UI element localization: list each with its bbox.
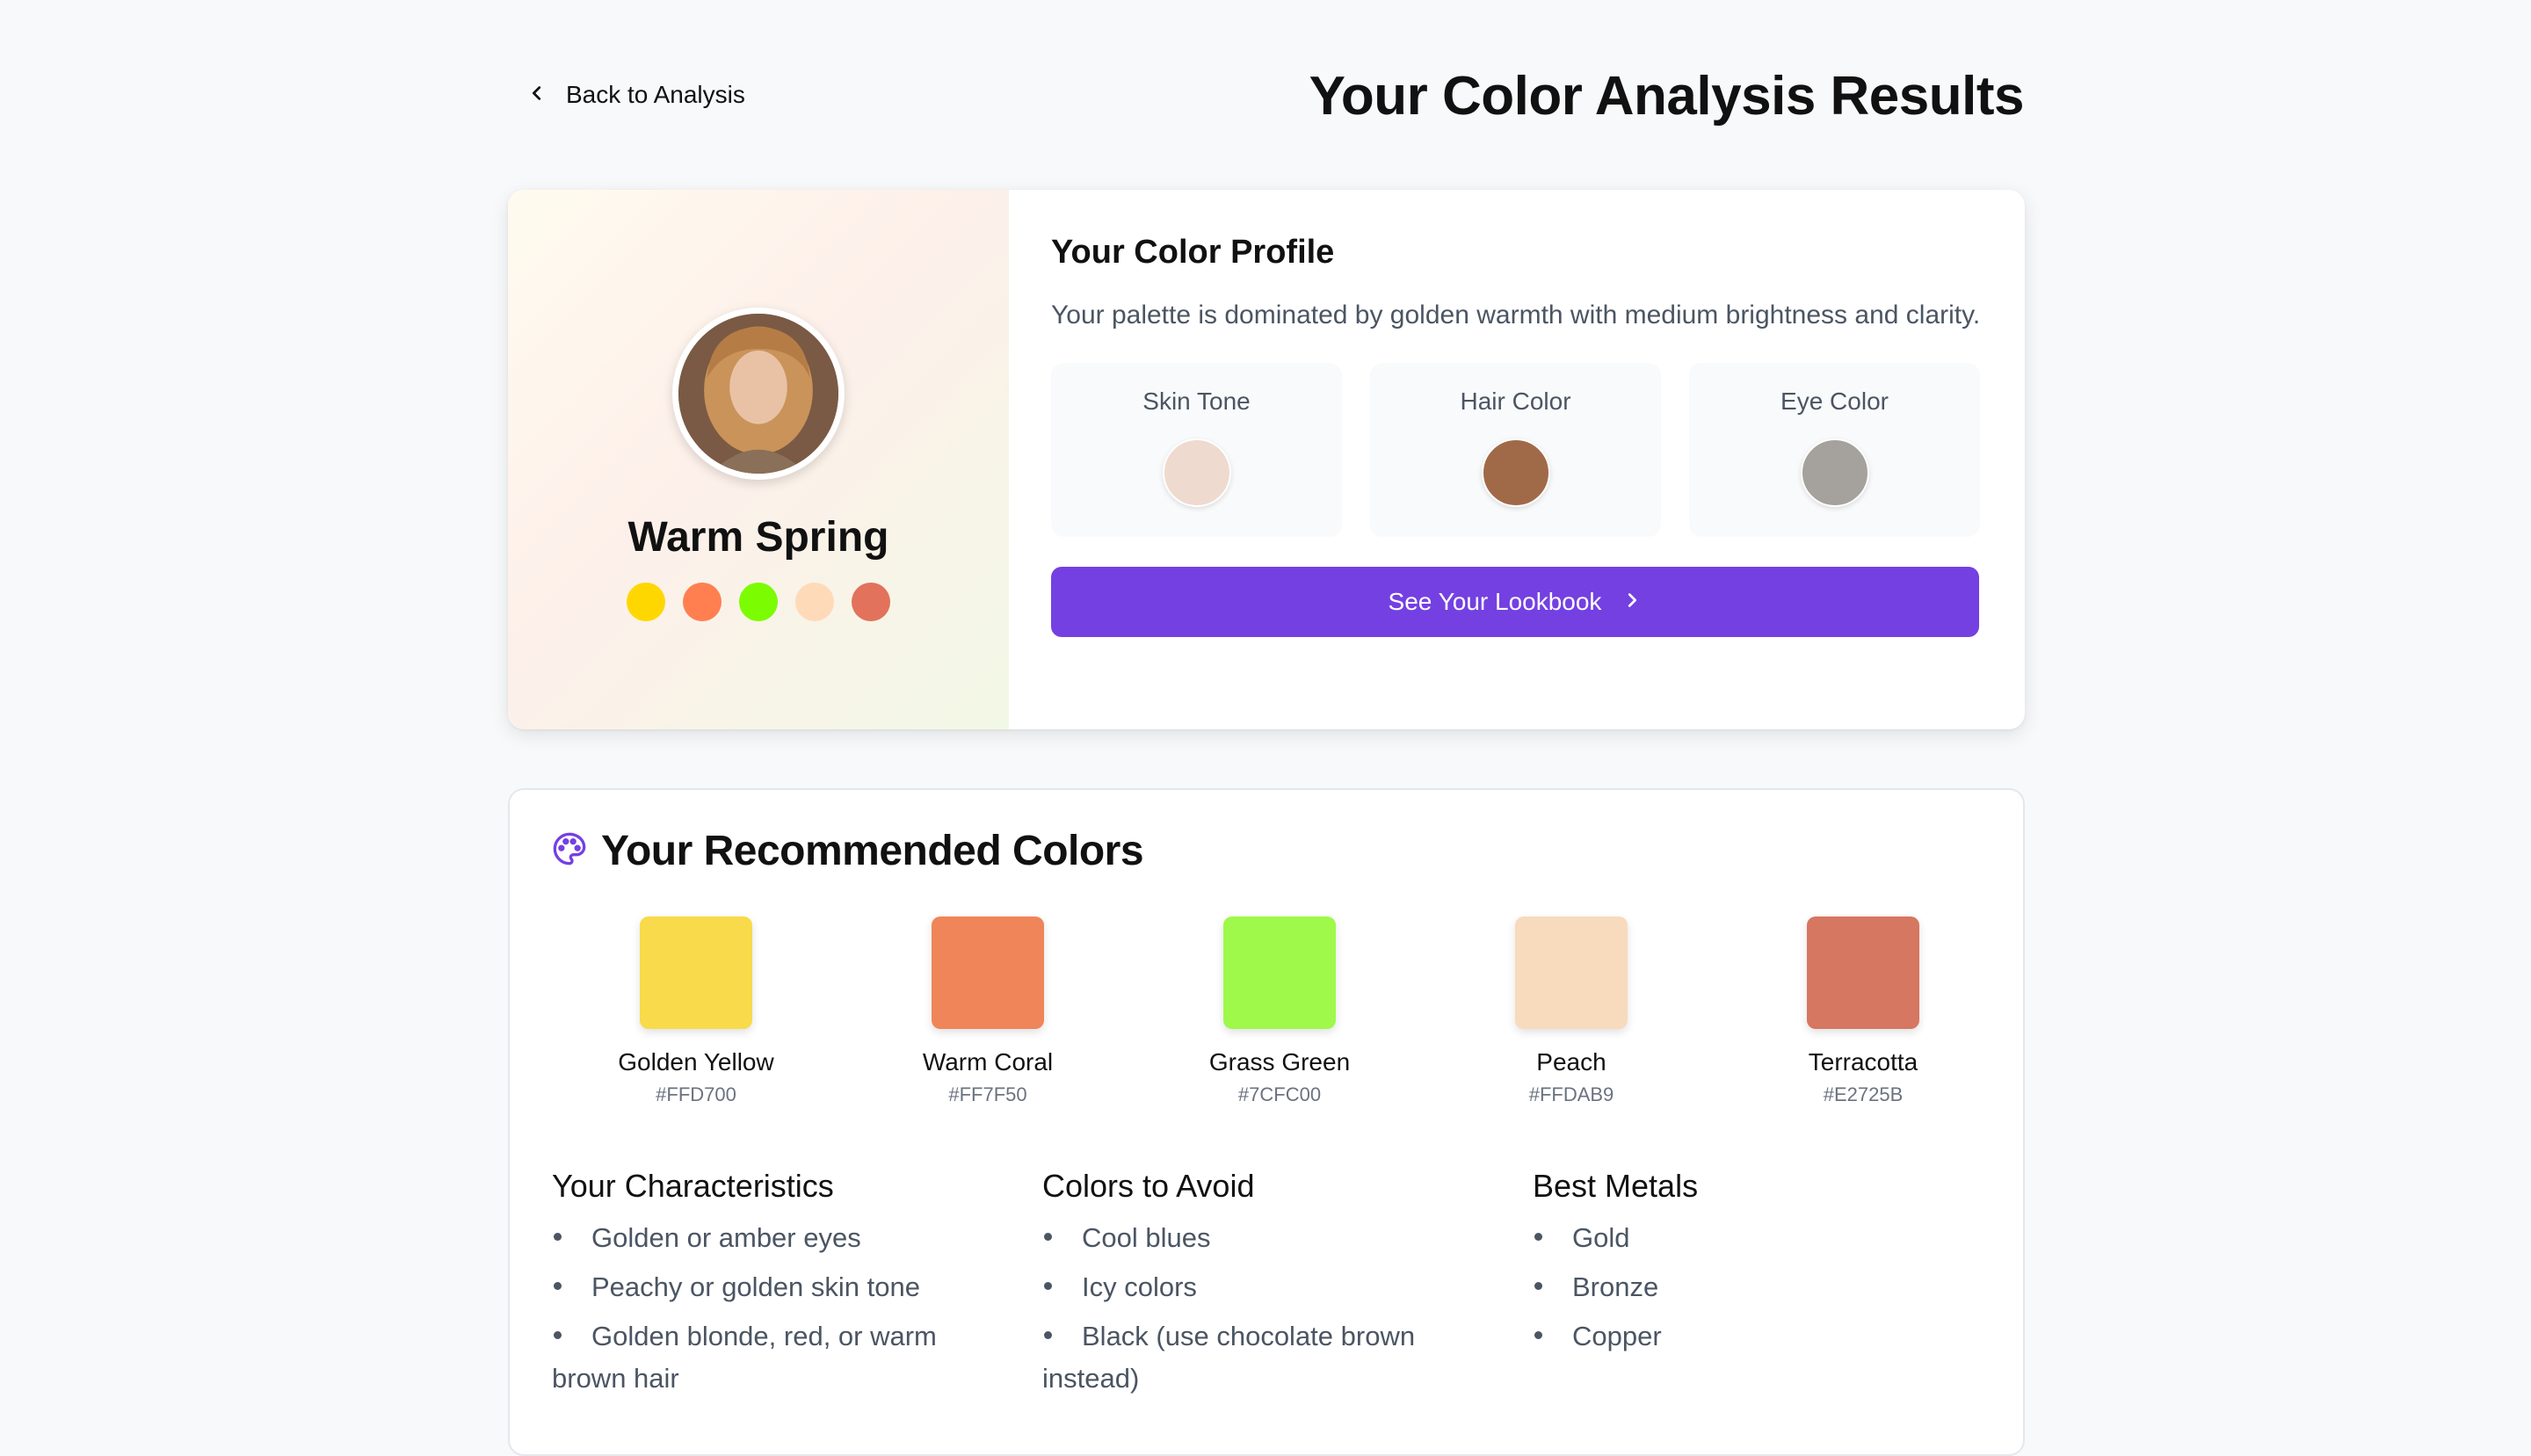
recommended-header: Your Recommended Colors [552, 827, 1144, 875]
feature-row: Skin Tone Hair Color Eye Color [1051, 363, 1983, 537]
mini-palette [627, 583, 890, 621]
color-swatch-item: Grass Green #7CFC00 [1134, 916, 1425, 1106]
mini-swatch [739, 583, 778, 621]
color-hex: #FF7F50 [948, 1083, 1027, 1105]
color-swatch-item: Terracotta #E2725B [1717, 916, 2009, 1106]
lookbook-label: See Your Lookbook [1388, 588, 1602, 615]
back-to-analysis-link[interactable]: Back to Analysis [527, 81, 745, 109]
avoid-section: Colors to Avoid Cool blues Icy colors Bl… [1042, 1168, 1533, 1407]
metals-heading: Best Metals [1533, 1168, 1699, 1204]
color-hex: #FFDAB9 [1528, 1083, 1614, 1105]
characteristics-list: Golden or amber eyes Peachy or golden sk… [552, 1217, 1042, 1400]
info-columns: Your Characteristics Golden or amber eye… [552, 1168, 2023, 1407]
season-panel: Warm Spring [508, 190, 1009, 729]
mini-swatch [683, 583, 722, 621]
color-name: Peach [1536, 1048, 1606, 1076]
list-item: Black (use chocolate brown instead) [1042, 1315, 1482, 1400]
color-swatch [1515, 916, 1628, 1029]
list-item: Golden or amber eyes [552, 1217, 991, 1259]
list-item: Bronze [1533, 1266, 1972, 1308]
feature-skin-tone: Skin Tone [1051, 363, 1342, 537]
chevron-right-icon [1622, 588, 1642, 616]
profile-description: Your palette is dominated by golden warm… [1051, 301, 1981, 330]
characteristics-section: Your Characteristics Golden or amber eye… [552, 1168, 1042, 1407]
mini-swatch [627, 583, 665, 621]
color-swatch [640, 916, 752, 1029]
page: Back to Analysis Your Color Analysis Res… [0, 0, 2531, 1456]
hair-color-swatch [1481, 438, 1550, 507]
feature-hair-color: Hair Color [1370, 363, 1661, 537]
back-label: Back to Analysis [566, 81, 745, 108]
list-item: Gold [1533, 1217, 1972, 1259]
color-swatch-item: Peach #FFDAB9 [1425, 916, 1717, 1106]
chevron-left-icon [527, 81, 547, 109]
color-name: Warm Coral [922, 1048, 1054, 1076]
avoid-heading: Colors to Avoid [1042, 1168, 1255, 1204]
characteristics-heading: Your Characteristics [552, 1168, 834, 1204]
feature-label: Eye Color [1780, 388, 1889, 415]
swatch-row: Golden Yellow #FFD700 Warm Coral #FF7F50… [550, 916, 2009, 1106]
mini-swatch [852, 583, 890, 621]
color-swatch [1807, 916, 1919, 1029]
list-item: Cool blues [1042, 1217, 1482, 1259]
see-lookbook-button[interactable]: See Your Lookbook [1051, 567, 1979, 637]
avatar [672, 308, 845, 480]
list-item: Copper [1533, 1315, 1972, 1358]
profile-heading: Your Color Profile [1051, 234, 1335, 271]
color-swatch-item: Warm Coral #FF7F50 [842, 916, 1134, 1106]
mini-swatch [795, 583, 834, 621]
skin-tone-swatch [1162, 438, 1231, 507]
avoid-list: Cool blues Icy colors Black (use chocola… [1042, 1217, 1533, 1400]
list-item: Icy colors [1042, 1266, 1482, 1308]
profile-details: Your Color Profile Your palette is domin… [1009, 190, 2025, 729]
feature-label: Hair Color [1460, 388, 1571, 415]
list-item: Peachy or golden skin tone [552, 1266, 991, 1308]
feature-label: Skin Tone [1142, 388, 1251, 415]
feature-eye-color: Eye Color [1689, 363, 1980, 537]
color-hex: #E2725B [1823, 1083, 1904, 1105]
palette-icon [552, 831, 587, 871]
list-item: Golden blonde, red, or warm brown hair [552, 1315, 991, 1400]
profile-card: Warm Spring Your Color Profile Your pale… [508, 190, 2025, 729]
eye-color-swatch [1800, 438, 1869, 507]
color-name: Grass Green [1208, 1048, 1351, 1076]
recommended-colors-card: Your Recommended Colors Golden Yellow #F… [508, 788, 2025, 1456]
color-swatch [932, 916, 1044, 1029]
metals-list: Gold Bronze Copper [1533, 1217, 2023, 1358]
color-hex: #FFD700 [656, 1083, 736, 1105]
season-name: Warm Spring [627, 514, 889, 561]
metals-section: Best Metals Gold Bronze Copper [1533, 1168, 2023, 1407]
color-name: Terracotta [1808, 1048, 1918, 1076]
recommended-title: Your Recommended Colors [601, 828, 1144, 874]
color-swatch-item: Golden Yellow #FFD700 [550, 916, 842, 1106]
color-name: Golden Yellow [618, 1048, 774, 1076]
color-swatch [1223, 916, 1336, 1029]
page-title: Your Color Analysis Results [1309, 66, 2025, 127]
color-hex: #7CFC00 [1237, 1083, 1322, 1105]
